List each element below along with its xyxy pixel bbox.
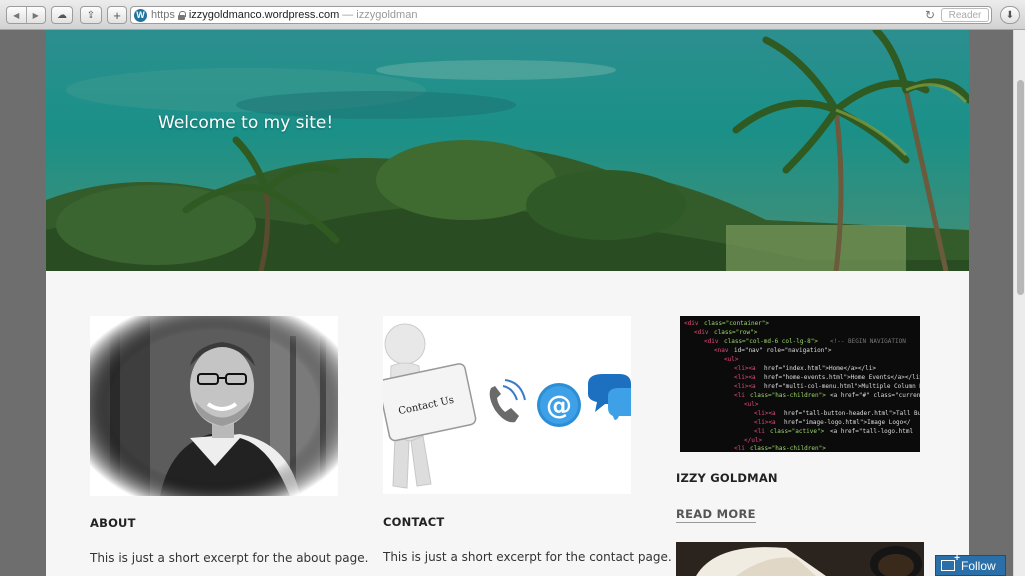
downloads-icon[interactable]: ⬇ (1000, 6, 1020, 24)
svg-text:href="home-events.html">Home E: href="home-events.html">Home Events</a><… (764, 374, 920, 381)
contact-us-image: Contact Us @ (383, 323, 631, 489)
svg-text:<nav: <nav (714, 347, 729, 354)
svg-text:@: @ (546, 391, 572, 421)
code-thumbnail[interactable]: <div class="container"> <div class="row"> … (680, 316, 920, 452)
svg-text:class="active">: class="active"> (770, 428, 825, 435)
code-screenshot-image: <div class="container"> <div class="row"> … (684, 320, 920, 452)
svg-text:class="container">: class="container"> (704, 320, 769, 327)
izzy-heading[interactable]: IZZY GOLDMAN (676, 471, 778, 485)
site-welcome-title: Welcome to my site! (158, 113, 334, 133)
contact-card: CONTACT (383, 515, 444, 529)
contact-excerpt-wrap: This is just a short excerpt for the con… (383, 550, 672, 564)
svg-text:class="row">: class="row"> (714, 329, 758, 336)
svg-text:<a href="#" class="current": <a href="#" class="current" (830, 392, 920, 399)
beach-scene (46, 30, 969, 271)
svg-text:<li><a: <li><a (754, 419, 776, 426)
svg-text:<ul>: <ul> (744, 401, 759, 408)
desk-image (676, 542, 924, 576)
reload-icon[interactable]: ↻ (925, 8, 935, 22)
svg-text:<li: <li (734, 445, 745, 452)
follow-button[interactable]: Follow (935, 553, 1006, 576)
read-more-link[interactable]: READ MORE (676, 507, 756, 523)
svg-text:id="nav" role="navigation">: id="nav" role="navigation"> (734, 347, 832, 354)
url-scheme: https (151, 9, 175, 21)
forward-icon[interactable]: ▶ (25, 7, 46, 23)
svg-text:<li><a: <li><a (734, 365, 756, 372)
about-excerpt: This is just a short excerpt for the abo… (90, 551, 369, 565)
svg-text:<li><a: <li><a (734, 374, 756, 381)
svg-text:<ul>: <ul> (724, 356, 739, 363)
scrollbar[interactable] (1013, 30, 1025, 576)
contact-thumbnail[interactable]: Contact Us @ (383, 316, 631, 494)
svg-text:<li: <li (734, 392, 745, 399)
svg-text:<a href="tall-logo.html: <a href="tall-logo.html (830, 428, 913, 435)
nav-buttons: ◀ ▶ (6, 6, 46, 24)
izzy-card: IZZY GOLDMAN (676, 471, 778, 485)
contact-heading[interactable]: CONTACT (383, 515, 444, 529)
svg-text:href="tall-button-header.html": href="tall-button-header.html">Tall But (784, 410, 920, 417)
new-tab-icon[interactable]: + (107, 6, 127, 24)
svg-text:<div: <div (694, 329, 709, 336)
svg-text:href="multi-col-menu.html">Mul: href="multi-col-menu.html">Multiple Colu… (764, 383, 920, 390)
hero-header: Welcome to my site! (46, 30, 969, 271)
svg-text:class="col-md-6 col-lg-8">: class="col-md-6 col-lg-8"> (724, 338, 818, 345)
desk-thumbnail[interactable] (676, 542, 924, 576)
about-excerpt-wrap: This is just a short excerpt for the abo… (90, 551, 368, 565)
browser-toolbar: ◀ ▶ ☁ ⇪ + W https izzygoldmanco.wordpres… (0, 0, 1025, 30)
back-icon[interactable]: ◀ (7, 7, 26, 23)
svg-text:<li: <li (754, 428, 765, 435)
svg-text:class="has-children">: class="has-children"> (750, 392, 826, 399)
lock-icon (177, 11, 186, 20)
svg-text:<li><a: <li><a (754, 410, 776, 417)
svg-text:<li><a: <li><a (734, 383, 756, 390)
svg-text:href="image-logo.html">Image L: href="image-logo.html">Image Logo</ (784, 419, 911, 426)
portrait-image (90, 316, 338, 496)
url-host: izzygoldmanco.wordpress.com (188, 9, 340, 21)
svg-text:href="index.html">Home</a></li: href="index.html">Home</a></li> (764, 365, 876, 372)
about-heading[interactable]: ABOUT (90, 516, 136, 530)
follow-icon (941, 553, 960, 571)
wordpress-icon: W (134, 8, 147, 22)
address-bar[interactable]: W https izzygoldmanco.wordpress.com — iz… (130, 6, 992, 24)
svg-text:<!-- BEGIN NAVIGATION: <!-- BEGIN NAVIGATION (830, 338, 906, 345)
about-card: ABOUT (90, 516, 136, 530)
scrollbar-thumb[interactable] (1017, 80, 1024, 295)
contact-excerpt: This is just a short excerpt for the con… (383, 550, 672, 564)
svg-text:<div: <div (684, 320, 699, 327)
svg-text:</ul>: </ul> (744, 437, 762, 444)
svg-text:class="has-children">: class="has-children"> (750, 445, 826, 452)
follow-label: Follow (961, 558, 996, 573)
about-thumbnail[interactable] (90, 316, 338, 496)
reader-button[interactable]: Reader (941, 8, 989, 22)
page-title: — izzygoldman (342, 9, 418, 21)
svg-text:<div: <div (704, 338, 719, 345)
share-icon[interactable]: ⇪ (80, 6, 102, 24)
icloud-icon[interactable]: ☁ (51, 6, 73, 24)
